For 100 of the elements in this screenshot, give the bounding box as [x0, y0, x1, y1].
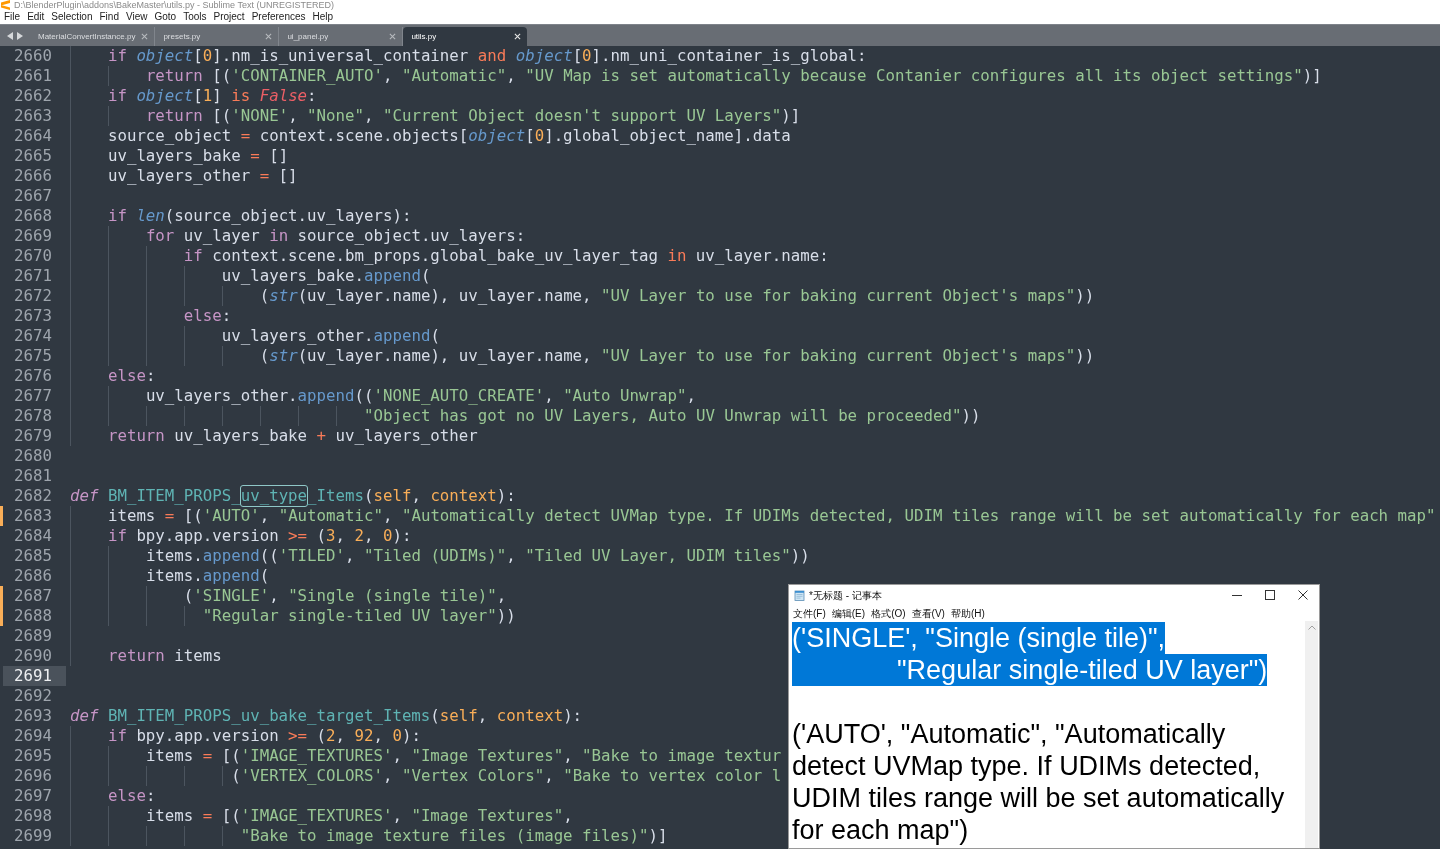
window-title: D:\BlenderPlugin\addons\BakeMaster\utils.py - Sublime Text (UNREGISTERED)	[14, 0, 334, 10]
line-number: 2665	[13, 146, 53, 166]
menu-item[interactable]: Preferences	[251, 11, 306, 23]
code-line: uv_layers_other.append(('NONE_AUTO_CREATE', "Auto Unwrap",	[70, 386, 696, 406]
code-line: "Regular single-tiled UV layer"))	[70, 606, 516, 626]
line-number: 2698	[13, 806, 53, 826]
line-number: 2685	[13, 546, 53, 566]
line-number: 2688	[13, 606, 53, 626]
code-line: return [('NONE', "None", "Current Object doesn't support UV Layers")]	[70, 106, 801, 126]
code-line: "Bake to image texture files (image files)")]	[70, 826, 668, 846]
code-line: if bpy.app.version >= (3, 2, 0):	[70, 526, 412, 546]
code-line: items.append(	[70, 566, 270, 586]
line-number: 2681	[13, 466, 53, 486]
line-number: 2697	[13, 786, 53, 806]
menu-item[interactable]: Edit	[27, 11, 45, 23]
line-number: 2673	[13, 306, 53, 326]
window-title: *无标题 - 记事本	[809, 588, 882, 603]
tab[interactable]: MaterialConvertInstance.py	[30, 27, 156, 46]
minimize-icon	[1231, 594, 1242, 596]
line-number: 2670	[13, 246, 53, 266]
line-number: 2691	[3, 666, 66, 686]
line-number: 2695	[13, 746, 53, 766]
code-line: for uv_layer in source_object.uv_layers:	[70, 226, 526, 246]
line-number: 2683	[13, 506, 53, 526]
line-number: 2678	[13, 406, 53, 426]
right-arrow-icon[interactable]	[17, 31, 23, 40]
code-line: source_object = context.scene.objects[object[0].global_object_name].data	[70, 126, 791, 146]
menu-item[interactable]: Find	[99, 11, 119, 23]
menu-item[interactable]: View	[125, 11, 148, 23]
code-line: ('SINGLE', "Single (single tile)",	[70, 586, 507, 606]
code-line: return uv_layers_bake + uv_layers_other	[70, 426, 478, 446]
line-number: 2684	[13, 526, 53, 546]
line-number: 2669	[13, 226, 53, 246]
line-number: 2676	[13, 366, 53, 386]
code-line: (str(uv_layer.name), uv_layer.name, "UV Layer to use for baking current Object's maps"))	[70, 346, 1095, 366]
code-line: items = [('AUTO', "Automatic", "Automatically detect UVMap type. If UDIMs detected, UDIM tiles range will be set automatically for each map"	[70, 506, 1436, 526]
maximize-icon	[1264, 590, 1275, 600]
code-line: return items	[70, 646, 222, 666]
code-line: uv_layers_other = []	[70, 166, 298, 186]
menu-item[interactable]: Project	[213, 11, 245, 23]
line-number: 2687	[13, 586, 53, 606]
line-number: 2666	[13, 166, 53, 186]
code-line: else:	[70, 306, 232, 326]
code-line: return [('CONTAINER_AUTO', "Automatic", "UV Map is set automatically because Contanier configures all its object settings")]	[70, 66, 1322, 86]
line-number: 2663	[13, 106, 53, 126]
code-line: def BM_ITEM_PROPS_uv_bake_target_Items(self, context):	[70, 706, 583, 726]
code-line: if object[0].nm_is_universal_container and object[0].nm_uni_container_is_global:	[70, 46, 867, 66]
code-line: uv_layers_bake = []	[70, 146, 289, 166]
menu-item[interactable]: Selection	[51, 11, 93, 23]
menu-item[interactable]: Help	[312, 11, 334, 23]
line-number: 2692	[13, 686, 53, 706]
line-number: 2662	[13, 86, 53, 106]
code-line: "Object has got no UV Layers, Auto UV Unwrap will be proceeded"))	[70, 406, 981, 426]
left-arrow-icon[interactable]	[7, 31, 13, 40]
code-line: if bpy.app.version >= (2, 92, 0):	[70, 726, 421, 746]
code-line: uv_layers_other.append(	[70, 326, 440, 346]
line-number: 2682	[13, 486, 53, 506]
menu-item[interactable]: 文件(F)	[792, 605, 827, 621]
line-number: 2668	[13, 206, 53, 226]
menu-item[interactable]: 格式(O)	[870, 605, 907, 621]
line-number: 2671	[13, 266, 53, 286]
line-number: 2694	[13, 726, 53, 746]
line-number: 2679	[13, 426, 53, 446]
line-number: 2672	[13, 286, 53, 306]
line-number: 2674	[13, 326, 53, 346]
line-number: 2675	[13, 346, 53, 366]
code-line: if len(source_object.uv_layers):	[70, 206, 412, 226]
line-number: 2680	[13, 446, 53, 466]
code-line: items = [('IMAGE_TEXTURES', "Image Textures", "Bake to image textur	[70, 746, 782, 766]
menu-item[interactable]: Goto	[154, 11, 177, 23]
line-number: 2686	[13, 566, 53, 586]
scrollbar-track[interactable]	[1305, 621, 1318, 848]
line-number: 2689	[13, 626, 53, 646]
text-line: ('AUTO', "Automatic", "Automatically detect UVMap type. If UDIMs detected, UDIM tiles range will be set automatically for each map")	[792, 718, 1286, 846]
code-line: else:	[70, 786, 156, 806]
code-line: if context.scene.bm_props.global_bake_uv_layer_tag in uv_layer.name:	[70, 246, 829, 266]
line-number: 2661	[13, 66, 53, 86]
line-number: 2696	[13, 766, 53, 786]
tab[interactable]: utils.py	[403, 27, 528, 46]
code-line: ('VERTEX_COLORS', "Vertex Colors", "Bake to vertex color l	[70, 766, 782, 786]
menu-item[interactable]: Tools	[183, 11, 207, 23]
line-number: 2677	[13, 386, 53, 406]
line-number: 2660	[13, 46, 53, 66]
menu-item[interactable]: 查看(V)	[910, 605, 946, 621]
code-line: else:	[70, 366, 156, 386]
line-number: 2690	[13, 646, 53, 666]
line-number: 2699	[13, 826, 53, 846]
code-line: (str(uv_layer.name), uv_layer.name, "UV Layer to use for baking current Object's maps"))	[70, 286, 1095, 306]
code-line: if object[1] is False:	[70, 86, 317, 106]
tab[interactable]: presets.py	[155, 27, 280, 46]
line-number: 2693	[13, 706, 53, 726]
menu-item[interactable]: File	[4, 11, 21, 23]
line-number: 2664	[13, 126, 53, 146]
line-number: 2667	[13, 186, 53, 206]
code-line: uv_layers_bake.append(	[70, 266, 431, 286]
code-line: items.append(('TILED', "Tiled (UDIMs)", "Tiled UV Layer, UDIM tiles"))	[70, 546, 810, 566]
code-line: items = [('IMAGE_TEXTURES', "Image Textures",	[70, 806, 573, 826]
menu-item[interactable]: 帮助(H)	[949, 605, 986, 621]
menu-item[interactable]: 编辑(E)	[830, 605, 867, 621]
notepad-icon	[794, 589, 805, 601]
